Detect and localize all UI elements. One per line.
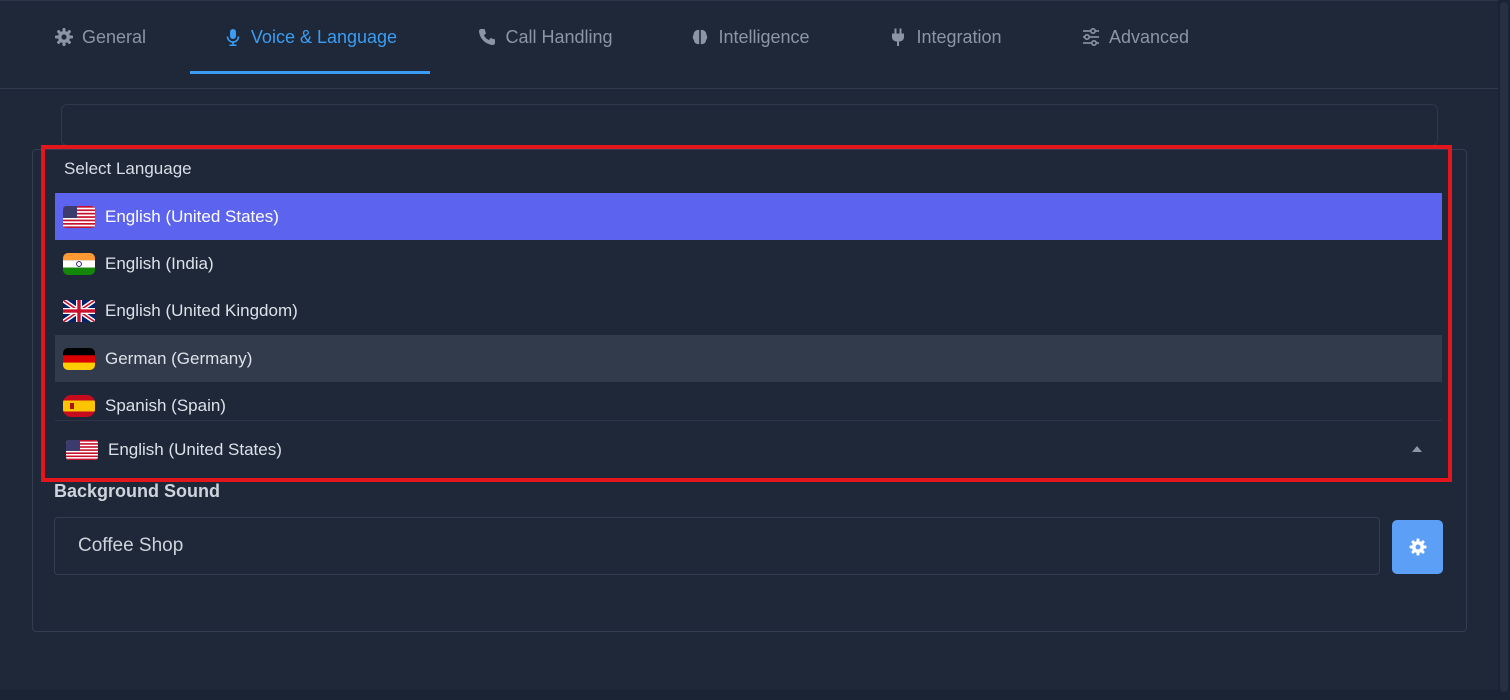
sliders-icon — [1081, 27, 1101, 47]
tab-call-handling-label: Call Handling — [505, 26, 613, 47]
tab-call-handling[interactable]: Call Handling — [460, 0, 630, 74]
language-option-english-us[interactable]: English (United States) — [55, 193, 1442, 240]
language-dropdown-menu: Select Language English (United States) — [55, 151, 1442, 470]
tab-advanced-label: Advanced — [1108, 26, 1190, 47]
language-option-spanish[interactable]: Spanish (Spain) — [55, 382, 1442, 429]
gear-icon — [1408, 537, 1428, 557]
tab-integration[interactable]: Integration — [875, 0, 1015, 74]
background-sound-label: Background Sound — [54, 481, 220, 501]
background-sound-field[interactable]: Coffee Shop — [54, 517, 1380, 575]
us-flag-icon — [66, 439, 98, 460]
background-sound-settings-button[interactable] — [1392, 520, 1443, 574]
dropdown-header: Select Language — [64, 159, 192, 178]
gear-icon — [54, 27, 74, 47]
vertical-scrollbar[interactable] — [1498, 0, 1510, 700]
phone-icon — [477, 27, 497, 47]
spain-flag-icon — [63, 394, 95, 417]
tab-intelligence[interactable]: Intelligence — [675, 0, 825, 74]
plug-icon — [888, 27, 908, 47]
option-label: English (United States) — [105, 206, 279, 226]
microphone-icon — [223, 27, 243, 47]
language-option-english-uk[interactable]: English (United Kingdom) — [55, 287, 1442, 334]
us-flag-icon — [63, 205, 95, 228]
language-option-english-india[interactable]: English (India) — [55, 240, 1442, 287]
option-label: German (Germany) — [105, 348, 253, 368]
tab-advanced[interactable]: Advanced — [1065, 0, 1205, 74]
option-label: English (India) — [105, 253, 214, 273]
tab-intelligence-label: Intelligence — [718, 26, 810, 47]
settings-tab-bar: General Voice & Language Call Handling I… — [0, 0, 1498, 89]
germany-flag-icon — [63, 347, 95, 370]
tab-voice-language[interactable]: Voice & Language — [190, 0, 430, 74]
background-sound-value: Coffee Shop — [78, 535, 184, 556]
dropdown-divider — [55, 420, 1442, 421]
option-label: Spanish (Spain) — [105, 395, 226, 415]
india-flag-icon — [63, 252, 95, 275]
tab-voice-language-label: Voice & Language — [250, 26, 398, 47]
voice-field-partial[interactable] — [61, 104, 1438, 146]
selected-language-value: English (United States) — [108, 439, 282, 459]
bottom-edge — [0, 690, 1498, 700]
brain-icon — [690, 27, 710, 47]
language-option-german[interactable]: German (Germany) — [55, 335, 1442, 382]
tab-general[interactable]: General — [40, 0, 160, 74]
option-label: English (United Kingdom) — [105, 300, 298, 320]
scrollbar-thumb[interactable] — [1500, 2, 1508, 692]
caret-up-icon[interactable] — [1412, 446, 1422, 452]
tab-integration-label: Integration — [916, 26, 1002, 47]
uk-flag-icon — [63, 299, 95, 322]
tab-general-label: General — [81, 26, 147, 47]
language-select[interactable]: English (United States) — [55, 427, 1442, 472]
